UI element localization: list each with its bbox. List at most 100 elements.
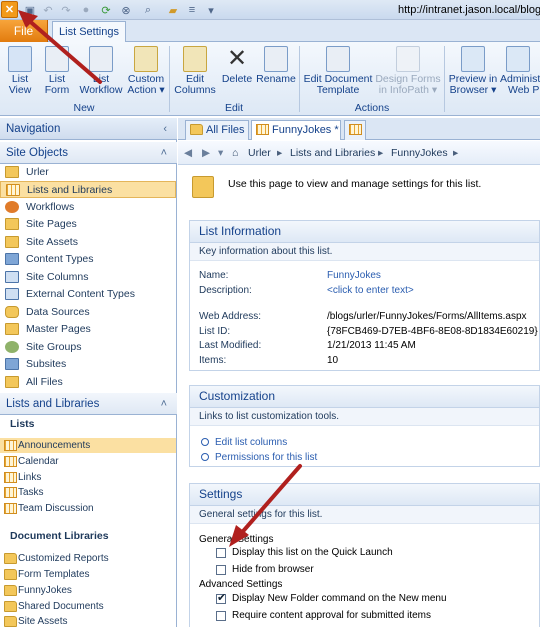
delete-button[interactable]: ✕ Delete [219,46,255,85]
refresh-icon[interactable]: ⟳ [98,2,114,18]
list-id-value: {78FCB469-D7EB-4BF6-8E08-8D1834E60219} [327,326,538,337]
nav-item-workflows[interactable]: Workflows [0,199,176,216]
navigation-pane: Navigation ‹ Site Objects ˄ Urler Lists … [0,118,177,627]
document-libraries-title: Document Libraries [10,530,109,542]
forward-arrow-icon[interactable]: ▶ [202,147,210,159]
preview-icon[interactable]: ⌕ [140,2,156,18]
edit-columns-label-2: Columns [174,84,216,96]
customize-qat-icon[interactable]: ▾ [203,2,219,18]
content-approval-checkbox[interactable] [216,611,226,621]
navigation-header[interactable]: Navigation ‹ [0,118,177,140]
description-value[interactable]: <click to enter text> [327,285,414,296]
nav-item-urler[interactable]: Urler [0,164,176,181]
list-information-section: List Information Key information about t… [189,220,540,371]
tab-list-settings[interactable]: List Settings [52,21,126,43]
nav-label: External Content Types [26,288,135,300]
nav-label: Site Pages [26,218,77,230]
library-label: FunnyJokes [18,585,72,596]
customization-section: Customization Links to list customizatio… [189,385,540,467]
lists-libraries-header[interactable]: Lists and Libraries ˄ [0,393,177,415]
undo-icon[interactable]: ↶ [40,2,56,18]
settings-section: Settings General settings for this list.… [189,483,540,627]
nav-item-site-columns[interactable]: Site Columns [0,269,176,286]
back-arrow-icon[interactable]: ◀ [184,147,192,159]
chevron-up-icon[interactable]: ˄ [161,393,167,415]
list-item-calendar[interactable]: Calendar [0,454,176,469]
breadcrumb-lists-and-libraries[interactable]: Lists and Libraries [290,147,375,159]
back-icon[interactable]: ● [78,2,94,18]
home-icon[interactable]: ⌂ [232,147,238,159]
nav-item-site-groups[interactable]: Site Groups [0,339,176,356]
library-icon [4,601,17,612]
document-tabs: All Files FunnyJokes * [178,118,540,140]
nav-item-subsites[interactable]: Subsites [0,356,176,373]
administration-web-page-button[interactable]: Administ Web P [500,46,540,96]
breadcrumb-urler[interactable]: Urler [248,147,271,159]
nav-label: Data Sources [26,306,90,318]
custom-action-button[interactable]: Custom Action ▾ [126,46,166,96]
nav-item-master-pages[interactable]: Master Pages [0,321,176,338]
nav-item-all-files[interactable]: All Files [0,374,176,391]
library-item-customized-reports[interactable]: Customized Reports [0,551,176,566]
list-icon [4,487,17,498]
breadcrumb-funnyjokes[interactable]: FunnyJokes [391,147,448,159]
library-item-funnyjokes[interactable]: FunnyJokes [0,583,176,598]
nav-label: Site Columns [26,271,89,283]
library-item-form-templates[interactable]: Form Templates [0,567,176,582]
app-icon[interactable]: ✕ [1,1,18,18]
group-label-actions: Actions [354,102,390,114]
tab-all-files[interactable]: All Files [185,120,249,140]
edit-list-columns-link[interactable]: Edit list columns [201,437,288,448]
tab-file[interactable]: File [0,20,48,42]
infopath-icon [396,46,420,72]
properties-icon[interactable]: ≡ [184,2,200,18]
open-icon[interactable]: ▰ [165,2,181,18]
nav-label: Subsites [26,358,67,370]
design-forms-button[interactable]: Design Forms in InfoPath ▾ [374,46,442,96]
advanced-settings-title: Advanced Settings [199,579,283,590]
nav-item-site-assets[interactable]: Site Assets [0,234,176,251]
preview-in-browser-button[interactable]: Preview in Browser ▾ [446,46,500,96]
stop-icon[interactable]: ⊗ [118,2,134,18]
list-view-icon [8,46,32,72]
nav-item-site-pages[interactable]: Site Pages [0,216,176,233]
save-icon[interactable]: ▣ [22,2,38,18]
chevron-up-icon[interactable]: ˄ [161,142,167,164]
section-description: General settings for this list. [190,506,539,524]
redo-icon[interactable]: ↷ [58,2,74,18]
permissions-link[interactable]: Permissions for this list [201,452,317,463]
library-item-site-assets[interactable]: Site Assets [0,614,176,627]
custom-action-icon [134,46,158,72]
list-item-team-discussion[interactable]: Team Discussion [0,501,176,516]
hide-from-browser-checkbox[interactable] [216,565,226,575]
edit-document-template-button[interactable]: Edit Document Template [302,46,374,96]
nav-item-external-content-types[interactable]: External Content Types [0,286,176,303]
library-label: Customized Reports [18,553,109,564]
list-workflow-button[interactable]: List Workflow [78,46,124,96]
library-item-shared-documents[interactable]: Shared Documents [0,599,176,614]
delete-icon: ✕ [226,45,248,72]
columns-icon [5,271,19,283]
site-objects-header[interactable]: Site Objects ˄ [0,142,177,164]
list-form-button[interactable]: List Form [40,46,74,96]
list-workflow-label-2: Workflow [79,84,123,96]
list-item-links[interactable]: Links [0,470,176,485]
link-label: Edit list columns [215,437,288,448]
chevron-down-icon[interactable]: ▾ [218,147,223,159]
tab-funnyjokes[interactable]: FunnyJokes * [251,120,341,140]
list-item-tasks[interactable]: Tasks [0,485,176,500]
rename-button[interactable]: Rename [256,46,296,85]
edit-columns-button[interactable]: Edit Columns [172,46,218,96]
name-value[interactable]: FunnyJokes [327,270,381,281]
nav-item-data-sources[interactable]: Data Sources [0,304,176,321]
nav-item-content-types[interactable]: Content Types [0,251,176,268]
list-item-announcements[interactable]: Announcements [0,438,176,453]
list-view-button[interactable]: List View [4,46,36,96]
nav-item-lists-and-libraries[interactable]: Lists and Libraries [0,181,176,198]
new-folder-checkbox[interactable] [216,591,226,604]
nav-label: All Files [26,376,63,388]
collapse-icon[interactable]: ‹ [163,118,167,140]
new-tab-button[interactable] [344,120,366,140]
main-content: Use this page to view and manage setting… [178,166,540,627]
quick-launch-checkbox[interactable] [216,548,226,558]
